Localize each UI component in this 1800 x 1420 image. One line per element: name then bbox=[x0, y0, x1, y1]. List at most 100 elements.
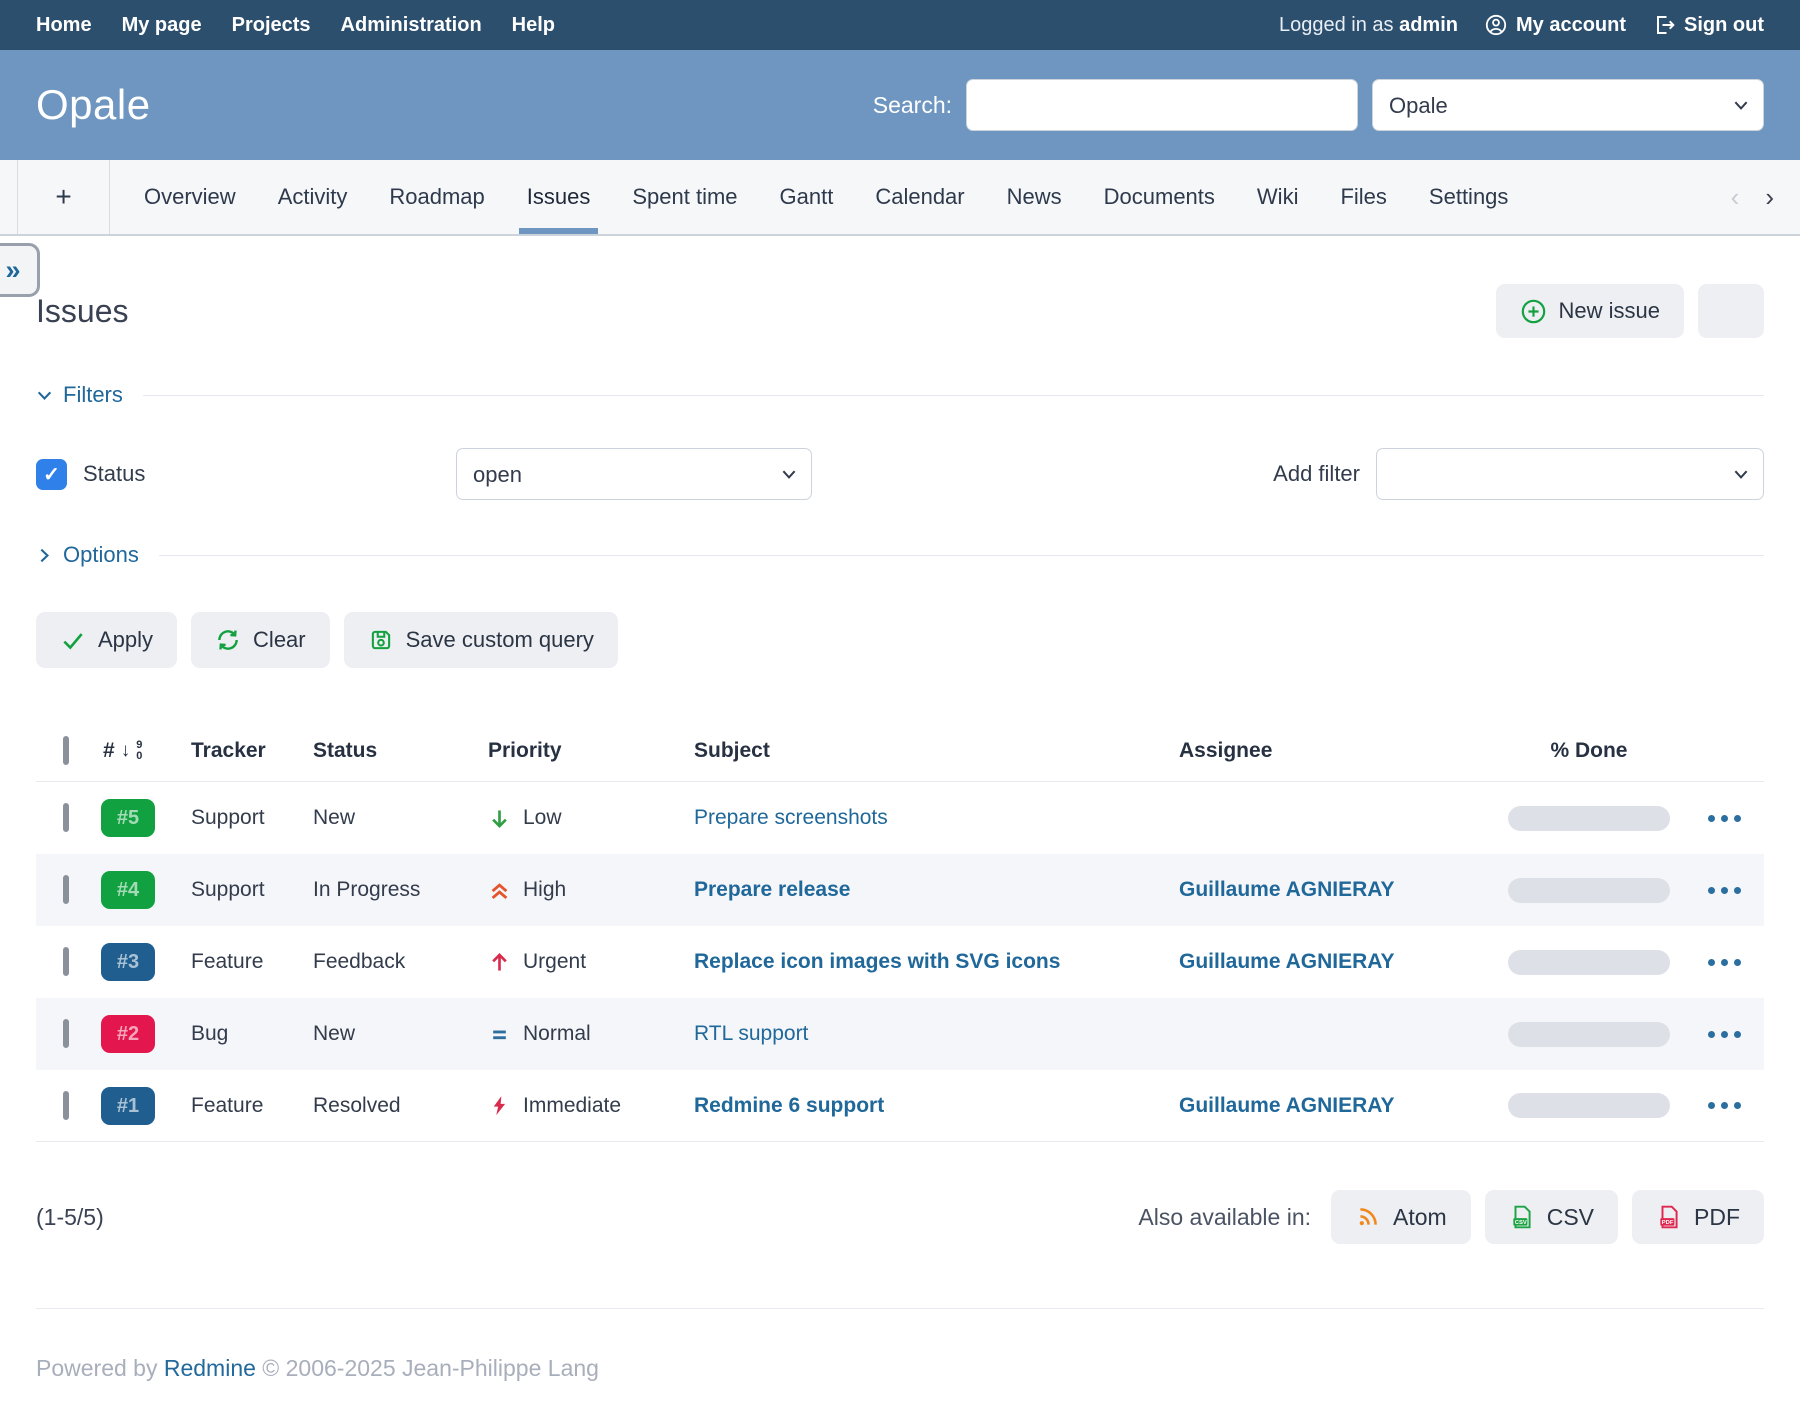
subject-cell: RTL support bbox=[694, 1022, 1179, 1046]
status-cell: In Progress bbox=[313, 878, 488, 902]
row-checkbox[interactable] bbox=[63, 1091, 69, 1120]
tab-issues[interactable]: Issues bbox=[527, 160, 591, 234]
subject-cell: Prepare release bbox=[694, 878, 1179, 902]
assignee-link[interactable]: Guillaume AGNIERAY bbox=[1179, 878, 1395, 901]
nav-administration[interactable]: Administration bbox=[341, 14, 482, 37]
issue-id-badge[interactable]: #5 bbox=[101, 799, 155, 837]
project-header: Opale Search: Opale bbox=[0, 50, 1800, 160]
double-chevron-right-icon: » bbox=[5, 255, 20, 286]
tab-documents[interactable]: Documents bbox=[1104, 160, 1215, 234]
row-actions-button[interactable] bbox=[1684, 815, 1764, 822]
issue-id-badge[interactable]: #3 bbox=[101, 943, 155, 981]
username: admin bbox=[1399, 14, 1458, 36]
project-title: Opale bbox=[36, 81, 151, 129]
issue-link[interactable]: Prepare screenshots bbox=[694, 806, 888, 829]
tab-spent-time[interactable]: Spent time bbox=[632, 160, 737, 234]
select-all-checkbox[interactable] bbox=[63, 736, 69, 765]
tab-files[interactable]: Files bbox=[1340, 160, 1386, 234]
issues-table: # ↓ 90 Tracker Status Priority Subject A… bbox=[36, 720, 1764, 1142]
nav-my-page[interactable]: My page bbox=[122, 14, 202, 37]
subject-cell: Prepare screenshots bbox=[694, 806, 1179, 830]
table-row[interactable]: #5 Support New Low Prepare screenshots bbox=[36, 782, 1764, 854]
csv-export-button[interactable]: CSV CSV bbox=[1485, 1190, 1618, 1244]
atom-export-button[interactable]: Atom bbox=[1331, 1190, 1471, 1244]
my-account-link[interactable]: My account bbox=[1484, 13, 1626, 37]
tab-news[interactable]: News bbox=[1007, 160, 1062, 234]
progress-bar bbox=[1508, 950, 1670, 975]
status-operator-select[interactable]: open bbox=[456, 448, 812, 500]
assignee-link[interactable]: Guillaume AGNIERAY bbox=[1179, 1094, 1395, 1117]
table-row[interactable]: #4 Support In Progress High Prepare rele… bbox=[36, 854, 1764, 926]
status-filter-checkbox[interactable]: ✓ bbox=[36, 459, 67, 490]
nav-projects[interactable]: Projects bbox=[232, 14, 311, 37]
svg-text:CSV: CSV bbox=[1514, 1220, 1526, 1226]
redmine-link[interactable]: Redmine bbox=[164, 1355, 256, 1381]
apply-button[interactable]: Apply bbox=[36, 612, 177, 668]
save-custom-query-button[interactable]: Save custom query bbox=[344, 612, 618, 668]
issue-id-badge[interactable]: #1 bbox=[101, 1087, 155, 1125]
sign-out-link[interactable]: Sign out bbox=[1652, 13, 1764, 37]
new-issue-button[interactable]: New issue bbox=[1496, 284, 1684, 338]
row-checkbox[interactable] bbox=[63, 875, 69, 904]
row-actions-button[interactable] bbox=[1684, 887, 1764, 894]
svg-text:PDF: PDF bbox=[1662, 1220, 1674, 1226]
tracker-cell: Feature bbox=[191, 950, 313, 974]
status-cell: New bbox=[313, 806, 488, 830]
column-header-id[interactable]: # ↓ 90 bbox=[103, 739, 191, 763]
column-header-done[interactable]: % Done bbox=[1494, 739, 1684, 763]
table-row[interactable]: #1 Feature Resolved Immediate Redmine 6 … bbox=[36, 1070, 1764, 1142]
issue-link[interactable]: Prepare release bbox=[694, 878, 850, 901]
options-toggle[interactable]: Options bbox=[36, 542, 139, 568]
table-row[interactable]: #3 Feature Feedback Urgent Replace icon … bbox=[36, 926, 1764, 998]
issue-link[interactable]: Redmine 6 support bbox=[694, 1094, 884, 1117]
row-checkbox[interactable] bbox=[63, 803, 69, 832]
tab-gantt[interactable]: Gantt bbox=[780, 160, 834, 234]
tab-activity[interactable]: Activity bbox=[278, 160, 348, 234]
issue-id-badge[interactable]: #2 bbox=[101, 1015, 155, 1053]
add-filter-select[interactable] bbox=[1376, 448, 1764, 500]
project-tabs: + Overview Activity Roadmap Issues Spent… bbox=[0, 160, 1800, 236]
row-actions-button[interactable] bbox=[1684, 959, 1764, 966]
column-header-assignee[interactable]: Assignee bbox=[1179, 739, 1494, 763]
export-links: Also available in: Atom CSV CSV PDF PDF bbox=[1138, 1190, 1764, 1244]
column-header-tracker[interactable]: Tracker bbox=[191, 739, 313, 763]
tab-overview[interactable]: Overview bbox=[144, 160, 236, 234]
priority-cell: Low bbox=[488, 806, 694, 830]
row-actions-button[interactable] bbox=[1684, 1102, 1764, 1109]
priority-cell: Urgent bbox=[488, 950, 694, 974]
clear-button[interactable]: Clear bbox=[191, 612, 330, 668]
row-actions-button[interactable] bbox=[1684, 1031, 1764, 1038]
priority-cell: Immediate bbox=[488, 1094, 694, 1118]
column-header-status[interactable]: Status bbox=[313, 739, 488, 763]
export-label: Also available in: bbox=[1138, 1204, 1311, 1231]
pdf-export-button[interactable]: PDF PDF bbox=[1632, 1190, 1764, 1244]
assignee-link[interactable]: Guillaume AGNIERAY bbox=[1179, 950, 1395, 973]
issue-link[interactable]: Replace icon images with SVG icons bbox=[694, 950, 1060, 973]
page-more-actions-button[interactable] bbox=[1698, 284, 1764, 338]
project-jump-select[interactable]: Opale bbox=[1372, 79, 1764, 131]
table-row[interactable]: #2 Bug New Normal RTL support bbox=[36, 998, 1764, 1070]
column-header-subject[interactable]: Subject bbox=[694, 739, 1179, 763]
row-checkbox[interactable] bbox=[63, 1019, 69, 1048]
search-input[interactable] bbox=[966, 79, 1358, 131]
tab-settings[interactable]: Settings bbox=[1429, 160, 1509, 234]
progress-bar bbox=[1508, 878, 1670, 903]
sidebar-expand-button[interactable]: » bbox=[0, 243, 40, 297]
row-checkbox[interactable] bbox=[63, 947, 69, 976]
issue-id-badge[interactable]: #4 bbox=[101, 871, 155, 909]
nav-home[interactable]: Home bbox=[36, 14, 92, 37]
column-header-priority[interactable]: Priority bbox=[488, 739, 694, 763]
priority-normal-icon bbox=[488, 1023, 511, 1046]
tab-calendar[interactable]: Calendar bbox=[875, 160, 964, 234]
issue-link[interactable]: RTL support bbox=[694, 1022, 808, 1045]
nav-help[interactable]: Help bbox=[512, 14, 555, 37]
plus-circle-icon bbox=[1520, 298, 1547, 325]
filters-section-header: Filters bbox=[36, 382, 1764, 408]
tab-scroll-right-icon[interactable]: › bbox=[1765, 182, 1774, 213]
new-tab-button[interactable]: + bbox=[18, 160, 110, 234]
page-title: Issues bbox=[36, 293, 128, 330]
tab-roadmap[interactable]: Roadmap bbox=[389, 160, 484, 234]
sign-out-icon bbox=[1652, 13, 1676, 37]
filters-toggle[interactable]: Filters bbox=[36, 382, 123, 408]
tab-wiki[interactable]: Wiki bbox=[1257, 160, 1299, 234]
